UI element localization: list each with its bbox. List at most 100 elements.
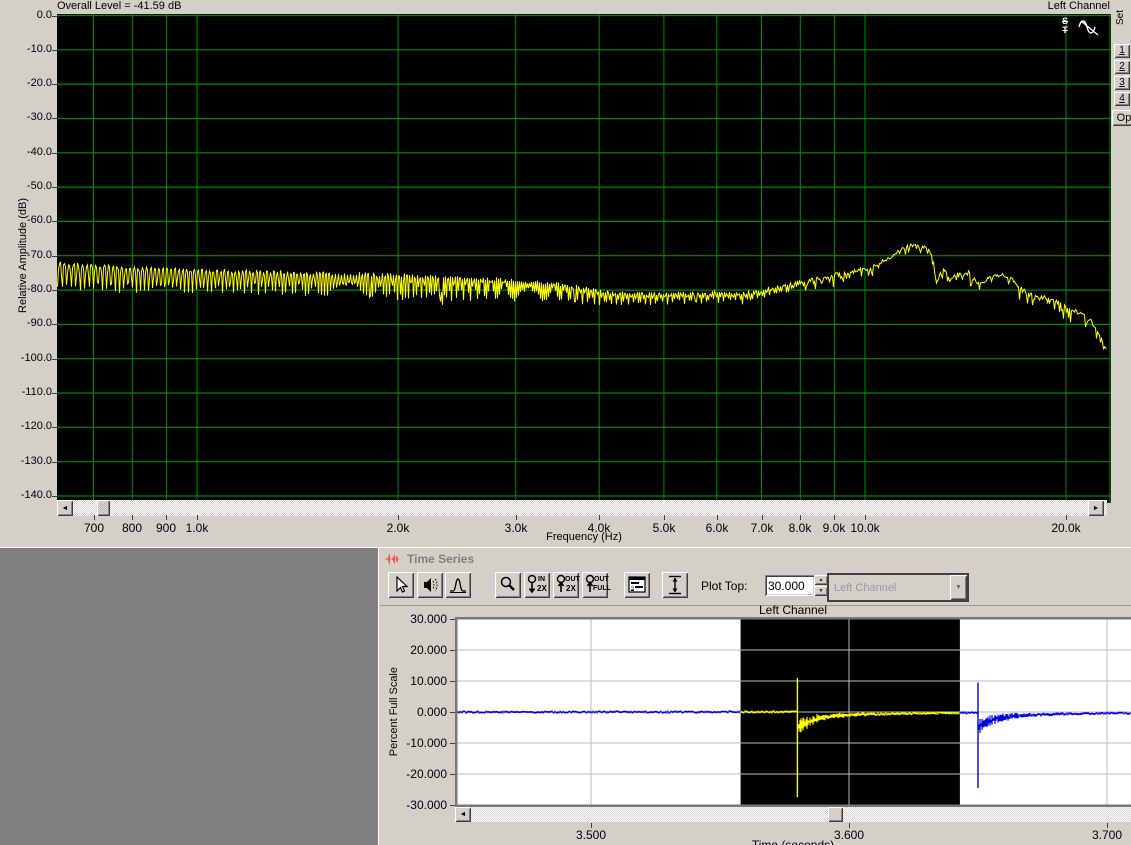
- zoom-tool-button[interactable]: [495, 572, 521, 598]
- peak-curve-button[interactable]: [445, 572, 471, 598]
- x-tick-mark: [197, 515, 198, 520]
- y-tick-label: -10.000: [406, 736, 447, 750]
- signal-trigger-icon: S T: [1058, 17, 1072, 35]
- time-series-toolbar: IN 2X OUT 2X OUT FULL: [380, 568, 1131, 606]
- thumb-grip: [100, 503, 107, 513]
- preset-3-button[interactable]: 3: [1114, 76, 1130, 90]
- y-tick-mark: [52, 118, 57, 119]
- y-tick-mark: [52, 187, 57, 188]
- sine-wave-icon: [1077, 17, 1102, 43]
- y-tick-mark: [52, 427, 57, 428]
- time-series-h-scrollbar[interactable]: ◄: [455, 807, 1131, 822]
- spectrum-x-axis-title: Frequency (Hz): [57, 531, 1111, 543]
- x-tick-mark: [94, 515, 95, 520]
- y-tick-mark: [52, 462, 57, 463]
- y-tick-mark: [450, 743, 455, 744]
- x-tick-mark: [398, 515, 399, 520]
- spectrum-analyzer-window: Overall Level = -41.59 dB Left Channel S…: [0, 0, 1131, 548]
- y-tick-label: -20.000: [406, 767, 447, 781]
- x-tick-mark: [762, 515, 763, 520]
- y-tick-mark: [52, 221, 57, 222]
- spectrum-channel-label: Left Channel: [1048, 0, 1110, 13]
- vertical-fit-icon: [662, 572, 688, 598]
- y-tick-mark: [52, 16, 57, 17]
- y-tick-label: -30.000: [406, 798, 447, 812]
- time-series-titlebar[interactable]: Time Series: [380, 549, 1131, 568]
- y-tick-mark: [450, 774, 455, 775]
- preset-2-button[interactable]: 2: [1114, 60, 1130, 74]
- y-tick-mark: [52, 153, 57, 154]
- x-tick-mark: [599, 515, 600, 520]
- cursor-arrow-icon: [388, 572, 414, 598]
- bell-curve-icon: [445, 572, 471, 598]
- select-cursor-button[interactable]: [388, 572, 414, 598]
- y-tick-mark: [52, 84, 57, 85]
- x-tick-mark: [516, 515, 517, 520]
- time-series-plot[interactable]: [455, 617, 1131, 807]
- fit-vertical-scale-button[interactable]: [662, 572, 688, 598]
- display-options-button[interactable]: [624, 572, 650, 598]
- channel-select-value: Left Channel: [829, 582, 950, 594]
- left-arrow-icon: ◄: [460, 811, 467, 818]
- scrollbar-thumb[interactable]: [828, 807, 843, 822]
- zoom-out-full-button[interactable]: OUT FULL: [582, 572, 608, 598]
- y-tick-mark: [450, 619, 455, 620]
- time-series-icon: [384, 552, 400, 566]
- x-tick-mark: [800, 515, 801, 520]
- left-arrow-icon: ◄: [62, 505, 69, 512]
- zoom-out-2x-button[interactable]: OUT 2X: [553, 572, 579, 598]
- y-tick-mark: [450, 712, 455, 713]
- time-series-x-axis-title: Time (seconds): [455, 838, 1131, 845]
- down-arrow-icon: ▼: [819, 588, 824, 594]
- spectrum-plot[interactable]: [57, 14, 1111, 503]
- plot-top-input[interactable]: [765, 575, 815, 596]
- y-tick-label: 0.000: [417, 705, 447, 719]
- time-series-plot-title: Left Channel: [455, 603, 1131, 617]
- y-tick-mark: [52, 256, 57, 257]
- spectrum-y-axis-title: Relative Amplitude (dB): [14, 30, 31, 480]
- set-label: Set: [1115, 10, 1129, 42]
- plot-top-label: Plot Top:: [701, 579, 747, 593]
- plot-top-spinner-up[interactable]: ▲: [814, 575, 828, 585]
- play-audio-button[interactable]: [417, 572, 443, 598]
- x-tick-mark: [1066, 515, 1067, 520]
- y-tick-mark: [52, 290, 57, 291]
- scroll-left-button[interactable]: ◄: [455, 807, 471, 822]
- overall-level-readout: Overall Level = -41.59 dB: [57, 0, 181, 13]
- channel-select[interactable]: Left Channel ▼: [827, 573, 969, 602]
- y-tick-mark: [450, 650, 455, 651]
- y-tick-mark: [52, 50, 57, 51]
- zoom-in-2x-button[interactable]: IN 2X: [524, 572, 550, 598]
- options-button[interactable]: Op: [1112, 110, 1131, 126]
- preset-1-button[interactable]: 1: [1114, 44, 1130, 58]
- speaker-icon: [417, 572, 443, 598]
- chevron-down-icon[interactable]: ▼: [950, 575, 967, 600]
- x-tick-mark: [132, 515, 133, 520]
- y-tick-label: 0.0: [37, 9, 52, 21]
- preset-sidebar: Set 1 2 3 4 Op: [1112, 0, 1131, 547]
- y-tick-label: 20.000: [410, 643, 447, 657]
- y-tick-mark: [52, 359, 57, 360]
- x-tick-mark: [834, 515, 835, 520]
- plot-top-spinner-down[interactable]: ▼: [814, 586, 828, 596]
- options-dialog-icon: [624, 572, 650, 598]
- right-arrow-icon: ►: [1093, 505, 1100, 512]
- up-arrow-icon: ▲: [819, 577, 824, 583]
- time-series-window: Time Series: [378, 547, 1131, 845]
- time-series-y-axis-title: Percent Full Scale: [386, 617, 401, 807]
- y-tick-mark: [52, 496, 57, 497]
- x-tick-mark: [717, 515, 718, 520]
- y-tick-mark: [450, 805, 455, 806]
- x-tick-mark: [664, 515, 665, 520]
- workspace-background: [0, 548, 378, 845]
- y-tick-label: 30.000: [410, 612, 447, 626]
- y-tick-label: 10.000: [410, 674, 447, 688]
- preset-4-button[interactable]: 4: [1114, 92, 1130, 106]
- y-tick-mark: [450, 681, 455, 682]
- y-tick-label: -140.0: [21, 489, 52, 501]
- x-tick-mark: [865, 515, 866, 520]
- magnifier-icon: [495, 572, 521, 598]
- window-title: Time Series: [407, 552, 474, 566]
- y-tick-mark: [52, 393, 57, 394]
- y-tick-mark: [52, 324, 57, 325]
